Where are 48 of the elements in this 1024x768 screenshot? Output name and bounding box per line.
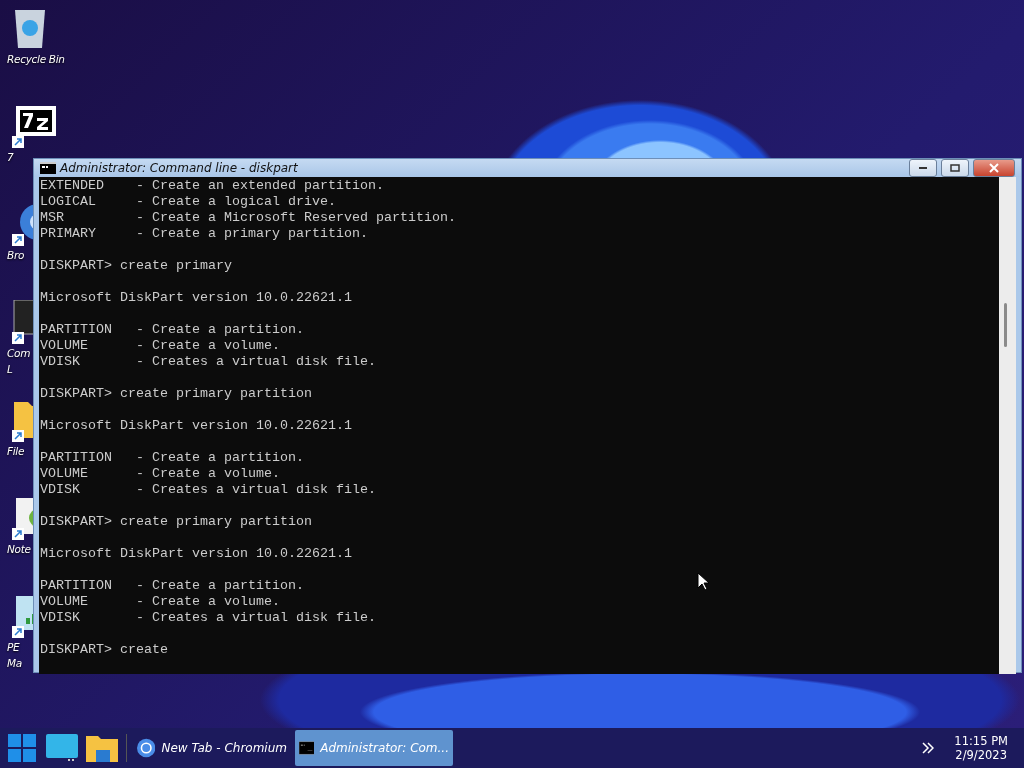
window-title: Administrator: Command line - diskpart <box>60 161 299 175</box>
console-line: PARTITION - Create a partition. <box>40 578 304 594</box>
chevron-icon[interactable] <box>922 742 935 754</box>
console-line: Microsoft DiskPart version 10.0.22621.1 <box>40 290 352 306</box>
taskbar-button[interactable]: New Tab - Chromium <box>133 730 291 766</box>
start-icon[interactable] <box>7 733 37 763</box>
console-line: DISKPART> create primary partition <box>40 514 312 530</box>
console-line: Microsoft DiskPart version 10.0.22621.1 <box>40 546 352 562</box>
clock-time: 11:15 PM <box>954 734 1008 748</box>
console-line: EXTENDED - Create an extended partition. <box>40 178 384 194</box>
console-line: VOLUME - Create a volume. <box>40 466 280 482</box>
minimize-icon <box>919 167 927 169</box>
console-line: DISKPART> create primary partition <box>40 386 312 402</box>
console-line: LOGICAL - Create a logical drive. <box>40 194 336 210</box>
close-button[interactable] <box>973 159 1015 177</box>
console-line: DISKPART> create primary <box>40 258 232 274</box>
console-line: VOLUME - Create a volume. <box>40 594 280 610</box>
terminal-icon <box>40 162 56 174</box>
icon-label: Recycle Bin <box>7 52 65 66</box>
monitor-icon[interactable] <box>46 734 78 762</box>
folder-icon[interactable] <box>86 734 118 762</box>
icon-label: Bro <box>7 248 25 262</box>
console-line: Microsoft DiskPart version 10.0.22621.1 <box>40 418 352 434</box>
close-icon <box>989 163 999 173</box>
console-line: VDISK - Creates a virtual disk file. <box>40 482 376 498</box>
clock-date: 2/9/2023 <box>955 748 1007 762</box>
console-line: VDISK - Creates a virtual disk file. <box>40 610 376 626</box>
console-line: PRIMARY - Create a primary partition. <box>40 226 368 242</box>
icon-label: 7 <box>7 150 14 164</box>
scrollbar[interactable] <box>999 177 1016 674</box>
cursor-icon <box>697 572 709 591</box>
maximize-button[interactable] <box>941 159 969 177</box>
icon-label: PE <box>7 640 20 654</box>
maximize-icon <box>950 164 960 172</box>
icon-label: Com <box>7 346 31 360</box>
icon-label: File <box>7 444 25 458</box>
icon-label: Note <box>7 542 31 556</box>
archive-app-icon <box>12 104 56 148</box>
console-line: DISKPART> create <box>40 642 168 658</box>
console-line: VDISK - Creates a virtual disk file. <box>40 354 376 370</box>
terminal-icon <box>12 300 33 344</box>
minimize-button[interactable] <box>909 159 937 177</box>
icon-label: L <box>7 362 13 376</box>
console-line: PARTITION - Create a partition. <box>40 322 304 338</box>
console-line: VOLUME - Create a volume. <box>40 338 280 354</box>
console-line: MSR - Create a Microsoft Reserved partition. <box>40 210 456 226</box>
icon-label: Ma <box>7 656 22 670</box>
console-line: PARTITION - Create a partition. <box>40 450 304 466</box>
